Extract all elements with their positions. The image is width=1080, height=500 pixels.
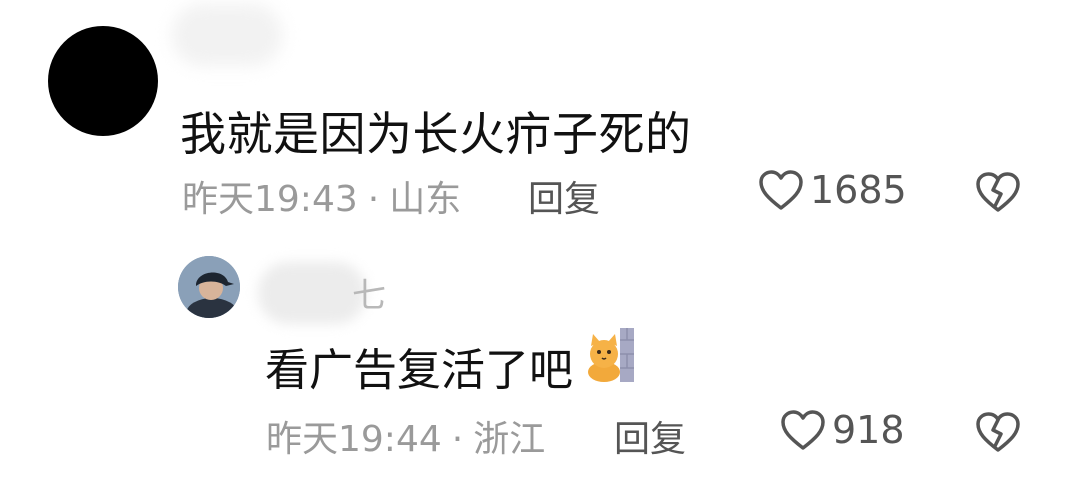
cat-peeking-emoji-icon bbox=[586, 328, 634, 382]
comment-location: 山东 bbox=[389, 179, 462, 220]
comment-text: 看广告复活了吧 bbox=[265, 345, 573, 396]
username-partial: 七 bbox=[352, 276, 386, 316]
meta-separator: · bbox=[451, 419, 464, 460]
reply-button[interactable]: 回复 bbox=[528, 170, 600, 222]
like-button[interactable]: 918 bbox=[780, 408, 905, 452]
comment-time: 昨天19:44 bbox=[266, 419, 442, 460]
comment-meta: 昨天19:44 · 浙江 bbox=[266, 410, 545, 462]
reply-button[interactable]: 回复 bbox=[614, 410, 686, 462]
avatar[interactable] bbox=[178, 256, 240, 318]
broken-heart-outline-icon[interactable] bbox=[974, 410, 1022, 458]
like-count: 918 bbox=[832, 408, 905, 452]
meta-separator: · bbox=[367, 179, 380, 220]
comment-text: 我就是因为长火疖子死的 bbox=[180, 107, 692, 161]
heart-outline-icon bbox=[780, 409, 826, 451]
like-count: 1685 bbox=[810, 168, 907, 212]
username-redacted[interactable] bbox=[172, 4, 282, 66]
broken-heart-outline-icon[interactable] bbox=[974, 170, 1022, 218]
comment-location: 浙江 bbox=[473, 419, 546, 460]
avatar[interactable] bbox=[48, 26, 158, 136]
comment-meta: 昨天19:43 · 山东 bbox=[182, 170, 461, 222]
heart-outline-icon bbox=[758, 169, 804, 211]
username-redacted[interactable] bbox=[258, 262, 366, 324]
like-button[interactable]: 1685 bbox=[758, 168, 907, 212]
comment-time: 昨天19:43 bbox=[182, 179, 358, 220]
